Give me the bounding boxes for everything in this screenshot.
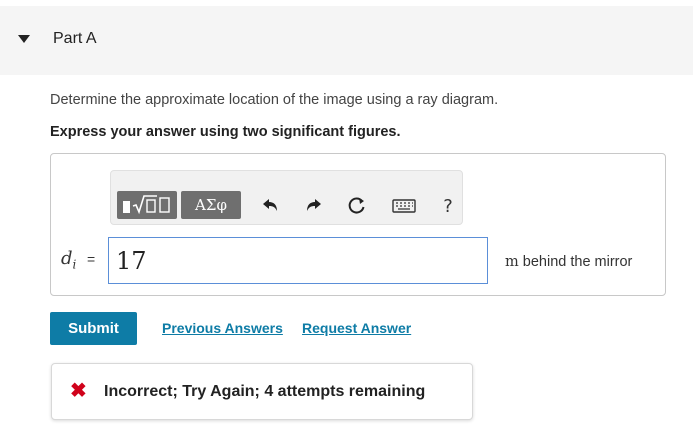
collapse-caret-icon[interactable] xyxy=(18,35,30,43)
part-header[interactable]: Part A xyxy=(0,6,693,75)
instruction-text: Express your answer using two significan… xyxy=(50,124,401,140)
request-answer-link[interactable]: Request Answer xyxy=(302,320,411,336)
part-title: Part A xyxy=(53,30,97,47)
keyboard-icon[interactable] xyxy=(391,193,417,219)
submit-button[interactable]: Submit xyxy=(50,312,137,345)
previous-answers-link[interactable]: Previous Answers xyxy=(162,320,283,336)
answer-input[interactable]: 17 xyxy=(108,237,488,284)
math-toolbar: ΑΣφ ? xyxy=(110,170,463,225)
feedback-box: ✖ Incorrect; Try Again; 4 attempts remai… xyxy=(51,363,473,420)
equals-sign: = xyxy=(87,251,96,267)
feedback-text: Incorrect; Try Again; 4 attempts remaini… xyxy=(104,383,426,400)
variable-label: di xyxy=(61,248,77,272)
sqrt-template-icon[interactable] xyxy=(117,191,177,219)
help-icon[interactable]: ? xyxy=(435,193,461,219)
greek-symbols-button[interactable]: ΑΣφ xyxy=(181,191,241,219)
x-icon: ✖ xyxy=(70,380,87,402)
question-text: Determine the approximate location of th… xyxy=(50,92,499,108)
answer-box: ΑΣφ ? di = 17 m behind the mirror xyxy=(50,153,666,296)
unit-label: m behind the mirror xyxy=(505,254,633,270)
redo-icon[interactable] xyxy=(301,193,327,219)
reset-icon[interactable] xyxy=(344,193,370,219)
undo-icon[interactable] xyxy=(257,193,283,219)
